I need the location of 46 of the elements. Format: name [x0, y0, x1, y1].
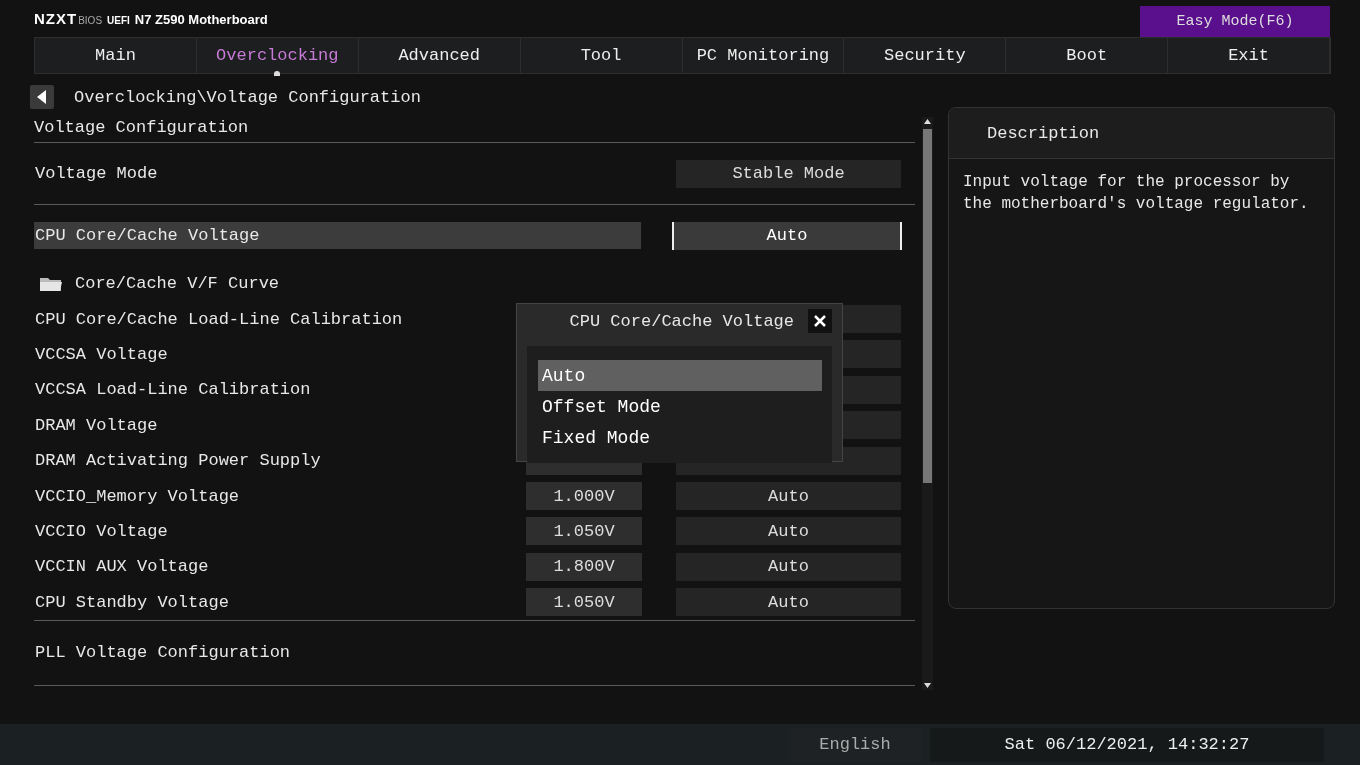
popup-option[interactable]: Fixed Mode	[538, 422, 822, 453]
voltage-reading: 1.000V	[526, 482, 642, 511]
brand-logo: NZXT	[34, 10, 78, 27]
setting-label[interactable]: VCCIO_Memory Voltage	[34, 482, 526, 510]
setting-label[interactable]: CPU Core/Cache Voltage	[34, 222, 641, 249]
value-button[interactable]: Stable Mode	[676, 159, 901, 188]
voltage-reading: 1.050V	[526, 517, 642, 546]
menu-tab[interactable]: Security	[844, 38, 1007, 73]
description-text: Input voltage for the processor by the motherboard's voltage regulator.	[962, 172, 1310, 215]
setting-label[interactable]: VCCIN AUX Voltage	[34, 553, 526, 581]
value-button[interactable]: Auto	[676, 482, 901, 511]
description-title: Description	[987, 123, 1100, 143]
setting-label[interactable]: VCCIO Voltage	[34, 517, 526, 545]
value-button[interactable]: Auto	[676, 588, 901, 617]
voltage-reading: 1.050V	[526, 588, 642, 617]
menu-tab[interactable]: Advanced	[358, 38, 521, 73]
menu-tab[interactable]: Main	[35, 38, 197, 73]
back-icon	[37, 90, 47, 104]
board-name: N7 Z590 Motherboard	[134, 12, 268, 27]
date-time: Sat 06/12/2021, 14:32:27	[930, 727, 1324, 762]
uefi-label: UEFI	[107, 15, 130, 26]
bios-label: BIOS	[78, 15, 103, 26]
scroll-up-icon[interactable]	[924, 119, 931, 124]
popup-option[interactable]: Offset Mode	[538, 391, 822, 422]
setting-label[interactable]: Voltage Mode	[34, 160, 526, 187]
easy-mode-button[interactable]: Easy Mode(F6)	[1140, 6, 1330, 37]
menu-tab[interactable]: Overclocking	[196, 38, 359, 73]
menu-tab[interactable]: Tool	[520, 38, 683, 73]
voltage-reading: 1.800V	[526, 552, 642, 581]
scroll-down-icon[interactable]	[924, 683, 931, 688]
scrollbar[interactable]	[922, 117, 933, 690]
close-icon[interactable]	[808, 309, 832, 333]
back-button[interactable]	[30, 85, 54, 109]
setting-label[interactable]: PLL Voltage Configuration	[34, 639, 526, 667]
popup-option[interactable]: Auto	[538, 360, 822, 391]
menu-tab[interactable]: PC Monitoring	[682, 38, 845, 73]
value-button[interactable]: Auto	[676, 517, 901, 546]
setting-label[interactable]: CPU Standby Voltage	[34, 588, 526, 616]
value-button[interactable]: Auto	[672, 221, 902, 250]
menu-tab[interactable]: Boot	[1006, 38, 1169, 73]
value-button[interactable]: Auto	[676, 552, 901, 581]
submenu-item[interactable]: Core/Cache V/F Curve	[34, 270, 530, 298]
menu-tab[interactable]: Exit	[1168, 38, 1330, 73]
page-title: Voltage Configuration	[34, 117, 249, 137]
breadcrumb: Overclocking\Voltage Configuration	[74, 87, 421, 107]
popup-title: CPU Core/Cache Voltage	[569, 311, 794, 331]
